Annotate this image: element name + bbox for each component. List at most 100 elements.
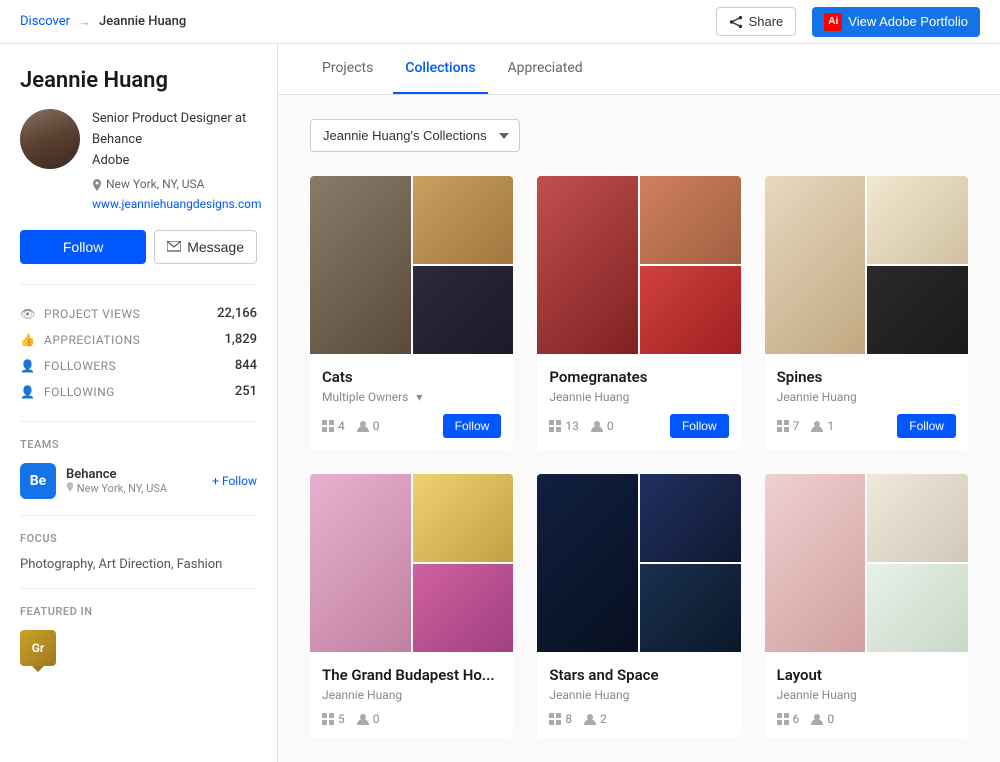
follower-count: 0	[357, 419, 380, 433]
profile-title: Senior Product Designer at	[92, 109, 262, 130]
focus-text: Photography, Art Direction, Fashion	[20, 557, 257, 572]
profile-name: Jeannie Huang	[20, 68, 257, 93]
team-location-icon	[66, 482, 74, 492]
collection-title: Spines	[777, 368, 956, 386]
team-logo: Be	[20, 463, 56, 499]
collection-title: The Grand Budapest Ho...	[322, 666, 501, 684]
featured-badge: Gr	[20, 630, 56, 666]
grid-icon	[777, 713, 789, 725]
collection-author: Jeannie Huang	[549, 390, 728, 404]
followers-icon: 👤	[20, 358, 36, 374]
topbar: Discover → Jeannie Huang Share Ai View A…	[0, 0, 1000, 44]
profile-website[interactable]: www.jeanniehuangdesigns.com	[92, 195, 262, 214]
stat-followers: 👤 FOLLOWERS 844	[20, 353, 257, 379]
collection-info: Stars and Space Jeannie Huang 8 2	[537, 654, 740, 738]
grid-icon	[322, 420, 334, 432]
meta-counts: 6 0	[777, 712, 835, 726]
share-icon	[729, 15, 743, 29]
collection-card: The Grand Budapest Ho... Jeannie Huang 5	[310, 474, 513, 738]
collection-image	[867, 266, 968, 354]
grid-icon	[777, 420, 789, 432]
collection-image	[765, 176, 866, 354]
following-icon: 👤	[20, 384, 36, 400]
follower-count: 0	[591, 419, 614, 433]
profile-company: Behance	[92, 130, 262, 151]
collection-info: Spines Jeannie Huang 7 1	[765, 356, 968, 450]
collection-meta: 13 0 Follow	[549, 414, 728, 438]
avatar	[20, 109, 80, 169]
collection-image	[867, 176, 968, 264]
follower-count: 0	[357, 712, 380, 726]
collection-image	[640, 266, 741, 354]
collection-author: Jeannie Huang	[777, 390, 956, 404]
collection-image	[765, 474, 866, 652]
breadcrumb-page: Jeannie Huang	[99, 14, 186, 29]
person-icon	[357, 420, 369, 432]
project-count: 6	[777, 712, 800, 726]
team-name[interactable]: Behance	[66, 467, 167, 482]
collection-images	[537, 176, 740, 356]
person-icon	[584, 713, 596, 725]
message-button[interactable]: Message	[154, 230, 257, 264]
collection-author: Multiple Owners ▾	[322, 390, 501, 404]
adobe-portfolio-button[interactable]: Ai View Adobe Portfolio	[812, 7, 980, 37]
tab-appreciated[interactable]: Appreciated	[496, 44, 595, 94]
profile-location: New York, NY, USA	[92, 175, 262, 194]
profile-info: Senior Product Designer at Behance Adobe…	[20, 109, 257, 214]
collection-image	[413, 474, 514, 562]
collection-image	[413, 176, 514, 264]
collection-card: Layout Jeannie Huang 6 0	[765, 474, 968, 738]
profile-details: Senior Product Designer at Behance Adobe…	[92, 109, 262, 214]
teams-label: TEAMS	[20, 438, 257, 451]
follower-count: 0	[811, 712, 834, 726]
collections-grid: Cats Multiple Owners ▾ 4	[310, 176, 968, 738]
collection-author: Jeannie Huang	[322, 688, 501, 702]
collection-info: Pomegranates Jeannie Huang 13 0	[537, 356, 740, 450]
adobe-icon: Ai	[824, 13, 842, 31]
collection-author: Jeannie Huang	[549, 688, 728, 702]
team-item: Be Behance New York, NY, USA + Follow	[20, 463, 257, 499]
person-icon	[811, 420, 823, 432]
eye-icon: 👁	[20, 306, 36, 322]
collection-follow-button[interactable]: Follow	[443, 414, 502, 438]
collection-card: Cats Multiple Owners ▾ 4	[310, 176, 513, 450]
location-icon	[92, 179, 102, 191]
collection-card: Spines Jeannie Huang 7 1	[765, 176, 968, 450]
tab-projects[interactable]: Projects	[310, 44, 385, 94]
collection-image	[640, 474, 741, 562]
stat-following: 👤 FOLLOWING 251	[20, 379, 257, 405]
collection-image	[413, 266, 514, 354]
focus-label: FOCUS	[20, 532, 257, 545]
collection-info: The Grand Budapest Ho... Jeannie Huang 5	[310, 654, 513, 738]
project-count: 4	[322, 419, 345, 433]
collection-card: Pomegranates Jeannie Huang 13 0	[537, 176, 740, 450]
stat-appreciations: 👍 APPRECIATIONS 1,829	[20, 327, 257, 353]
collection-image	[310, 474, 411, 652]
discover-link[interactable]: Discover	[20, 14, 70, 29]
author-dropdown-arrow[interactable]: ▾	[416, 390, 422, 404]
collection-image	[640, 176, 741, 264]
sidebar: Jeannie Huang Senior Product Designer at…	[0, 44, 278, 762]
project-count: 7	[777, 419, 800, 433]
tab-collections[interactable]: Collections	[393, 44, 487, 94]
collection-follow-button[interactable]: Follow	[670, 414, 729, 438]
collection-title: Pomegranates	[549, 368, 728, 386]
featured-label: FEATURED IN	[20, 605, 257, 618]
collections-dropdown[interactable]: Jeannie Huang's Collections	[310, 119, 520, 152]
collection-meta: 4 0 Follow	[322, 414, 501, 438]
share-button[interactable]: Share	[716, 7, 797, 36]
profile-actions: Follow Message	[20, 230, 257, 264]
collection-title: Cats	[322, 368, 501, 386]
follow-team-link[interactable]: + Follow	[212, 474, 257, 488]
meta-counts: 5 0	[322, 712, 380, 726]
collection-images	[765, 176, 968, 356]
follow-button[interactable]: Follow	[20, 230, 146, 264]
person-icon	[357, 713, 369, 725]
collection-image	[310, 176, 411, 354]
grid-icon	[322, 713, 334, 725]
tabs-bar: Projects Collections Appreciated	[278, 44, 1000, 95]
collection-follow-button[interactable]: Follow	[897, 414, 956, 438]
collection-images	[537, 474, 740, 654]
breadcrumb-separator: →	[78, 14, 91, 30]
collection-image	[413, 564, 514, 652]
